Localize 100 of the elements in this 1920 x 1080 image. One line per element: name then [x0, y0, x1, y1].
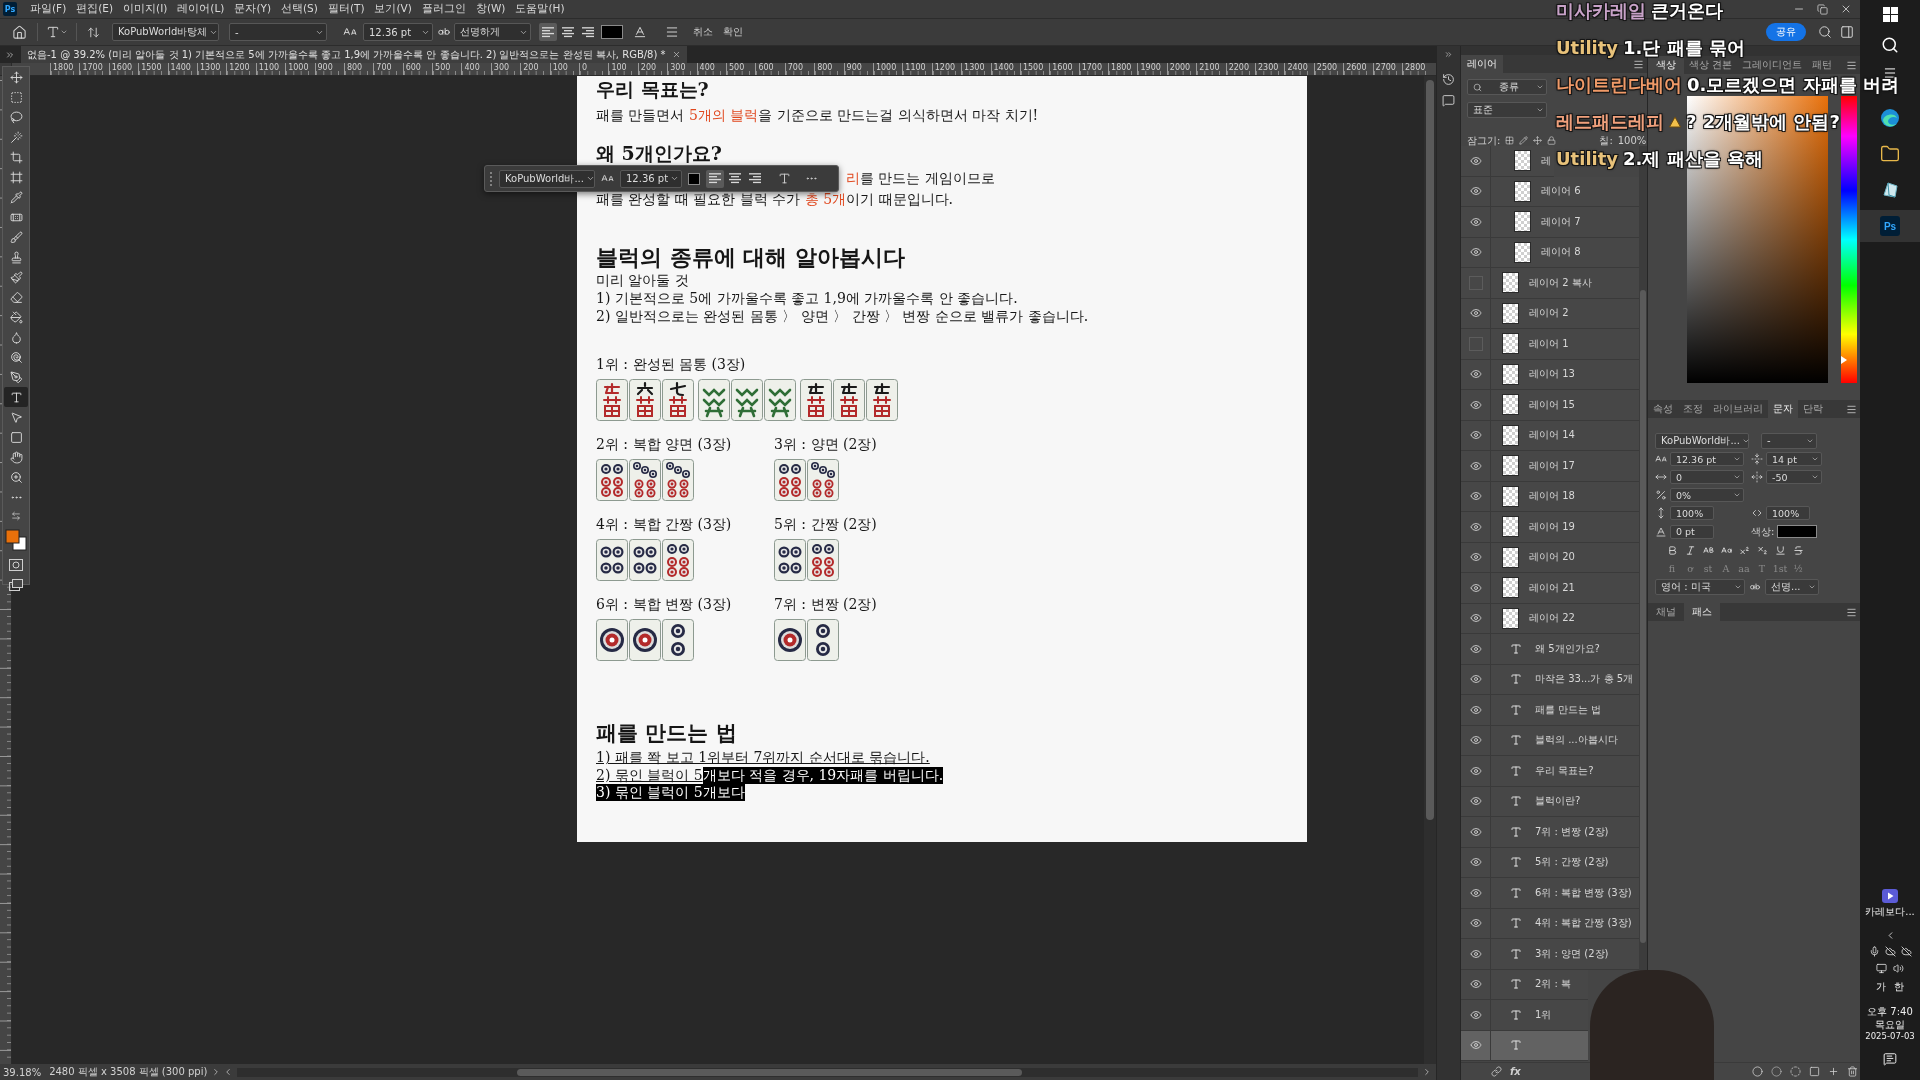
layer-row[interactable]: 레이어 1 [1461, 329, 1639, 360]
menu-item[interactable]: 보기(V) [369, 2, 417, 16]
menu-item[interactable]: 파일(F) [25, 2, 72, 16]
vertical-scale-field[interactable]: 100% [1670, 506, 1714, 520]
up-down-arrows-icon[interactable] [87, 25, 100, 39]
antialias-dropdown[interactable]: 선명... [1765, 579, 1819, 595]
layer-row[interactable]: 레이어 21 [1461, 573, 1639, 604]
fill-value[interactable]: 100% [1617, 135, 1647, 146]
move-arrows-icon[interactable] [1533, 136, 1543, 145]
panel-tab[interactable]: 문자 [1768, 400, 1798, 418]
close-icon[interactable] [671, 50, 681, 59]
panel-tab[interactable]: 패스 [1684, 603, 1720, 621]
layer-row[interactable]: 왜 5개인가요? [1461, 634, 1639, 665]
layer-row[interactable]: 4위 : 복합 간짱 (3장) [1461, 908, 1639, 939]
scrollbar-thumb[interactable] [1426, 80, 1434, 820]
hue-slider[interactable] [1841, 96, 1857, 383]
media-title[interactable]: 카레보다... [1865, 904, 1915, 918]
type-tool-button[interactable] [4, 387, 28, 407]
type-icon[interactable] [778, 172, 791, 185]
panel-icon[interactable] [1840, 25, 1854, 39]
blend-mode-dropdown[interactable]: 표준 [1467, 102, 1547, 118]
scrollbar-thumb[interactable] [1640, 290, 1646, 943]
layer-row[interactable]: 패를 만드는 법 [1461, 695, 1639, 726]
font-dropdown[interactable]: KoPubWorld바... [1655, 432, 1749, 449]
link-icon[interactable] [1491, 1066, 1502, 1077]
antialias-dropdown[interactable]: 선명하게 [454, 23, 531, 41]
layer-row[interactable]: 우리 목표는? [1461, 756, 1639, 787]
layer-row[interactable]: 5위 : 간짱 (2장) [1461, 847, 1639, 878]
panel-tab[interactable]: 단락 [1798, 400, 1828, 418]
language-dropdown[interactable]: 영어 : 미국 [1655, 579, 1745, 595]
layer-row[interactable]: 레이어 15 [1461, 390, 1639, 421]
menu-item[interactable]: 플러그인 [416, 2, 471, 16]
panel-tab[interactable]: 속성 [1648, 400, 1678, 418]
color-swatch-icon[interactable] [688, 172, 700, 185]
layer-row[interactable]: 레이어 6 [1461, 176, 1639, 207]
cancel-button[interactable]: 취소 [691, 25, 715, 39]
layer-row[interactable]: 6위 : 복합 변짱 (3장) [1461, 878, 1639, 909]
menu-item[interactable]: 이미지(I) [118, 2, 173, 16]
panel-menu-icon[interactable] [1846, 606, 1857, 618]
circle-icon[interactable] [1752, 1066, 1763, 1077]
panel-tab[interactable]: 채널 [1648, 603, 1684, 621]
clock-time[interactable]: 오후 7:40 [1867, 1004, 1913, 1018]
speaker-icon[interactable] [1893, 962, 1904, 974]
notification-icon[interactable] [1883, 1052, 1897, 1066]
font-dropdown[interactable]: KoPubWorld바... [499, 169, 595, 188]
panel-menu-icon[interactable] [1633, 58, 1644, 70]
layer-row[interactable]: 레 [1461, 146, 1554, 177]
cloud-off-icon[interactable] [1900, 945, 1912, 957]
layer-row[interactable]: 2위 : 복 [1461, 969, 1588, 1000]
font-style-dropdown[interactable]: - [1761, 432, 1817, 449]
clock-date[interactable]: 2025-07-03 [1865, 1030, 1915, 1042]
effects-button[interactable]: fx [1510, 1066, 1521, 1077]
font-size-dropdown[interactable]: 12.36 pt [363, 23, 433, 41]
panel-tab[interactable]: 그레이디언트 [1737, 56, 1808, 74]
tracking-dropdown[interactable]: -50 [1766, 470, 1822, 484]
square-icon[interactable] [1809, 1066, 1820, 1077]
comment-icon[interactable] [1442, 94, 1455, 107]
layer-row[interactable]: 블럭의 ...아봅시다 [1461, 725, 1639, 756]
share-button[interactable]: 공유 [1766, 23, 1806, 41]
layer-row[interactable]: 레이어 2 [1461, 298, 1639, 329]
trash-icon[interactable] [1847, 1066, 1858, 1077]
chevron-right-icon[interactable] [1422, 1067, 1432, 1077]
clock-weekday[interactable]: 목요일 [1875, 1017, 1905, 1031]
layer-row[interactable]: 마작은 33...가 총 5개 [1461, 664, 1639, 695]
layer-row[interactable]: 레이어 22 [1461, 603, 1639, 634]
plus-icon[interactable] [1828, 1066, 1839, 1077]
swap-arrows-icon[interactable] [11, 511, 21, 521]
horizontal-scrollbar[interactable] [237, 1067, 1418, 1077]
circle-icon[interactable] [1771, 1066, 1782, 1077]
search-icon[interactable] [1881, 36, 1899, 54]
layer-row[interactable]: 레이어 18 [1461, 481, 1639, 512]
menu-item[interactable]: 창(W) [470, 2, 511, 16]
panel-tab[interactable]: 색상 [1648, 56, 1684, 74]
microphone-icon[interactable] [1868, 945, 1880, 957]
horizontal-scale-field[interactable]: 100% [1766, 506, 1810, 520]
layer-row[interactable]: 레이어 19 [1461, 512, 1639, 543]
layer-row[interactable]: 3위 : 양면 (2장) [1461, 939, 1639, 970]
triangle-marker-icon[interactable] [1841, 356, 1847, 365]
menu-item[interactable]: 문자(Y) [229, 2, 276, 16]
panel-menu-icon[interactable] [1846, 403, 1857, 415]
font-size-dropdown[interactable]: 12.36 pt [620, 169, 682, 188]
scrollbar-thumb[interactable] [517, 1068, 1023, 1076]
layer-row[interactable]: 레이어 8 [1461, 237, 1639, 268]
font-size-dropdown[interactable]: 12.36 pt [1670, 452, 1744, 466]
menu-item[interactable]: 편집(E) [71, 2, 119, 16]
commit-button[interactable]: 확인 [721, 25, 745, 39]
play-icon[interactable] [1882, 888, 1898, 903]
kerning-dropdown[interactable]: 0 [1670, 470, 1744, 484]
color-swatch-icon[interactable] [601, 25, 623, 39]
home-icon[interactable] [12, 24, 27, 40]
layer-filter-dropdown[interactable]: 종류 [1467, 79, 1547, 95]
dashed-circle-icon[interactable] [1790, 1066, 1801, 1077]
align-left-button[interactable] [539, 23, 557, 41]
close-icon[interactable] [1840, 3, 1852, 15]
letter-baseline-icon[interactable] [633, 25, 647, 39]
layer-row[interactable]: 레이어 7 [1461, 207, 1639, 238]
chevrons-icon[interactable] [1444, 50, 1453, 59]
monitor-icon[interactable] [1876, 962, 1887, 974]
color-swatch-icon[interactable] [1777, 525, 1818, 538]
cloud-off-icon[interactable] [1884, 945, 1896, 957]
